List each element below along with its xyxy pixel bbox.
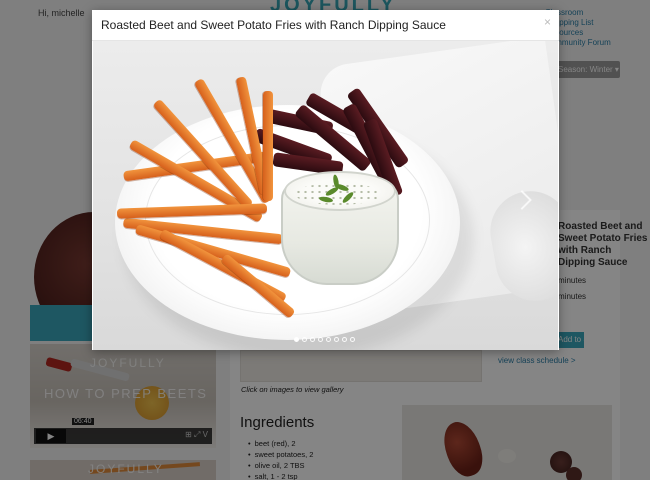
modal-title: Roasted Beet and Sweet Potato Fries with… (101, 18, 446, 32)
pager-dot[interactable] (350, 337, 355, 342)
pager-dot[interactable] (342, 337, 347, 342)
pager-dot[interactable] (334, 337, 339, 342)
pager-dot[interactable] (294, 337, 299, 342)
pager-dot[interactable] (318, 337, 323, 342)
ranch-dip-bowl (281, 171, 399, 287)
pager-dot[interactable] (310, 337, 315, 342)
close-icon[interactable]: × (544, 15, 551, 29)
pager-dot[interactable] (326, 337, 331, 342)
gallery-modal: Roasted Beet and Sweet Potato Fries with… (92, 10, 559, 350)
gallery-photo (93, 41, 558, 350)
slide-pager (294, 337, 355, 342)
pager-dot[interactable] (302, 337, 307, 342)
